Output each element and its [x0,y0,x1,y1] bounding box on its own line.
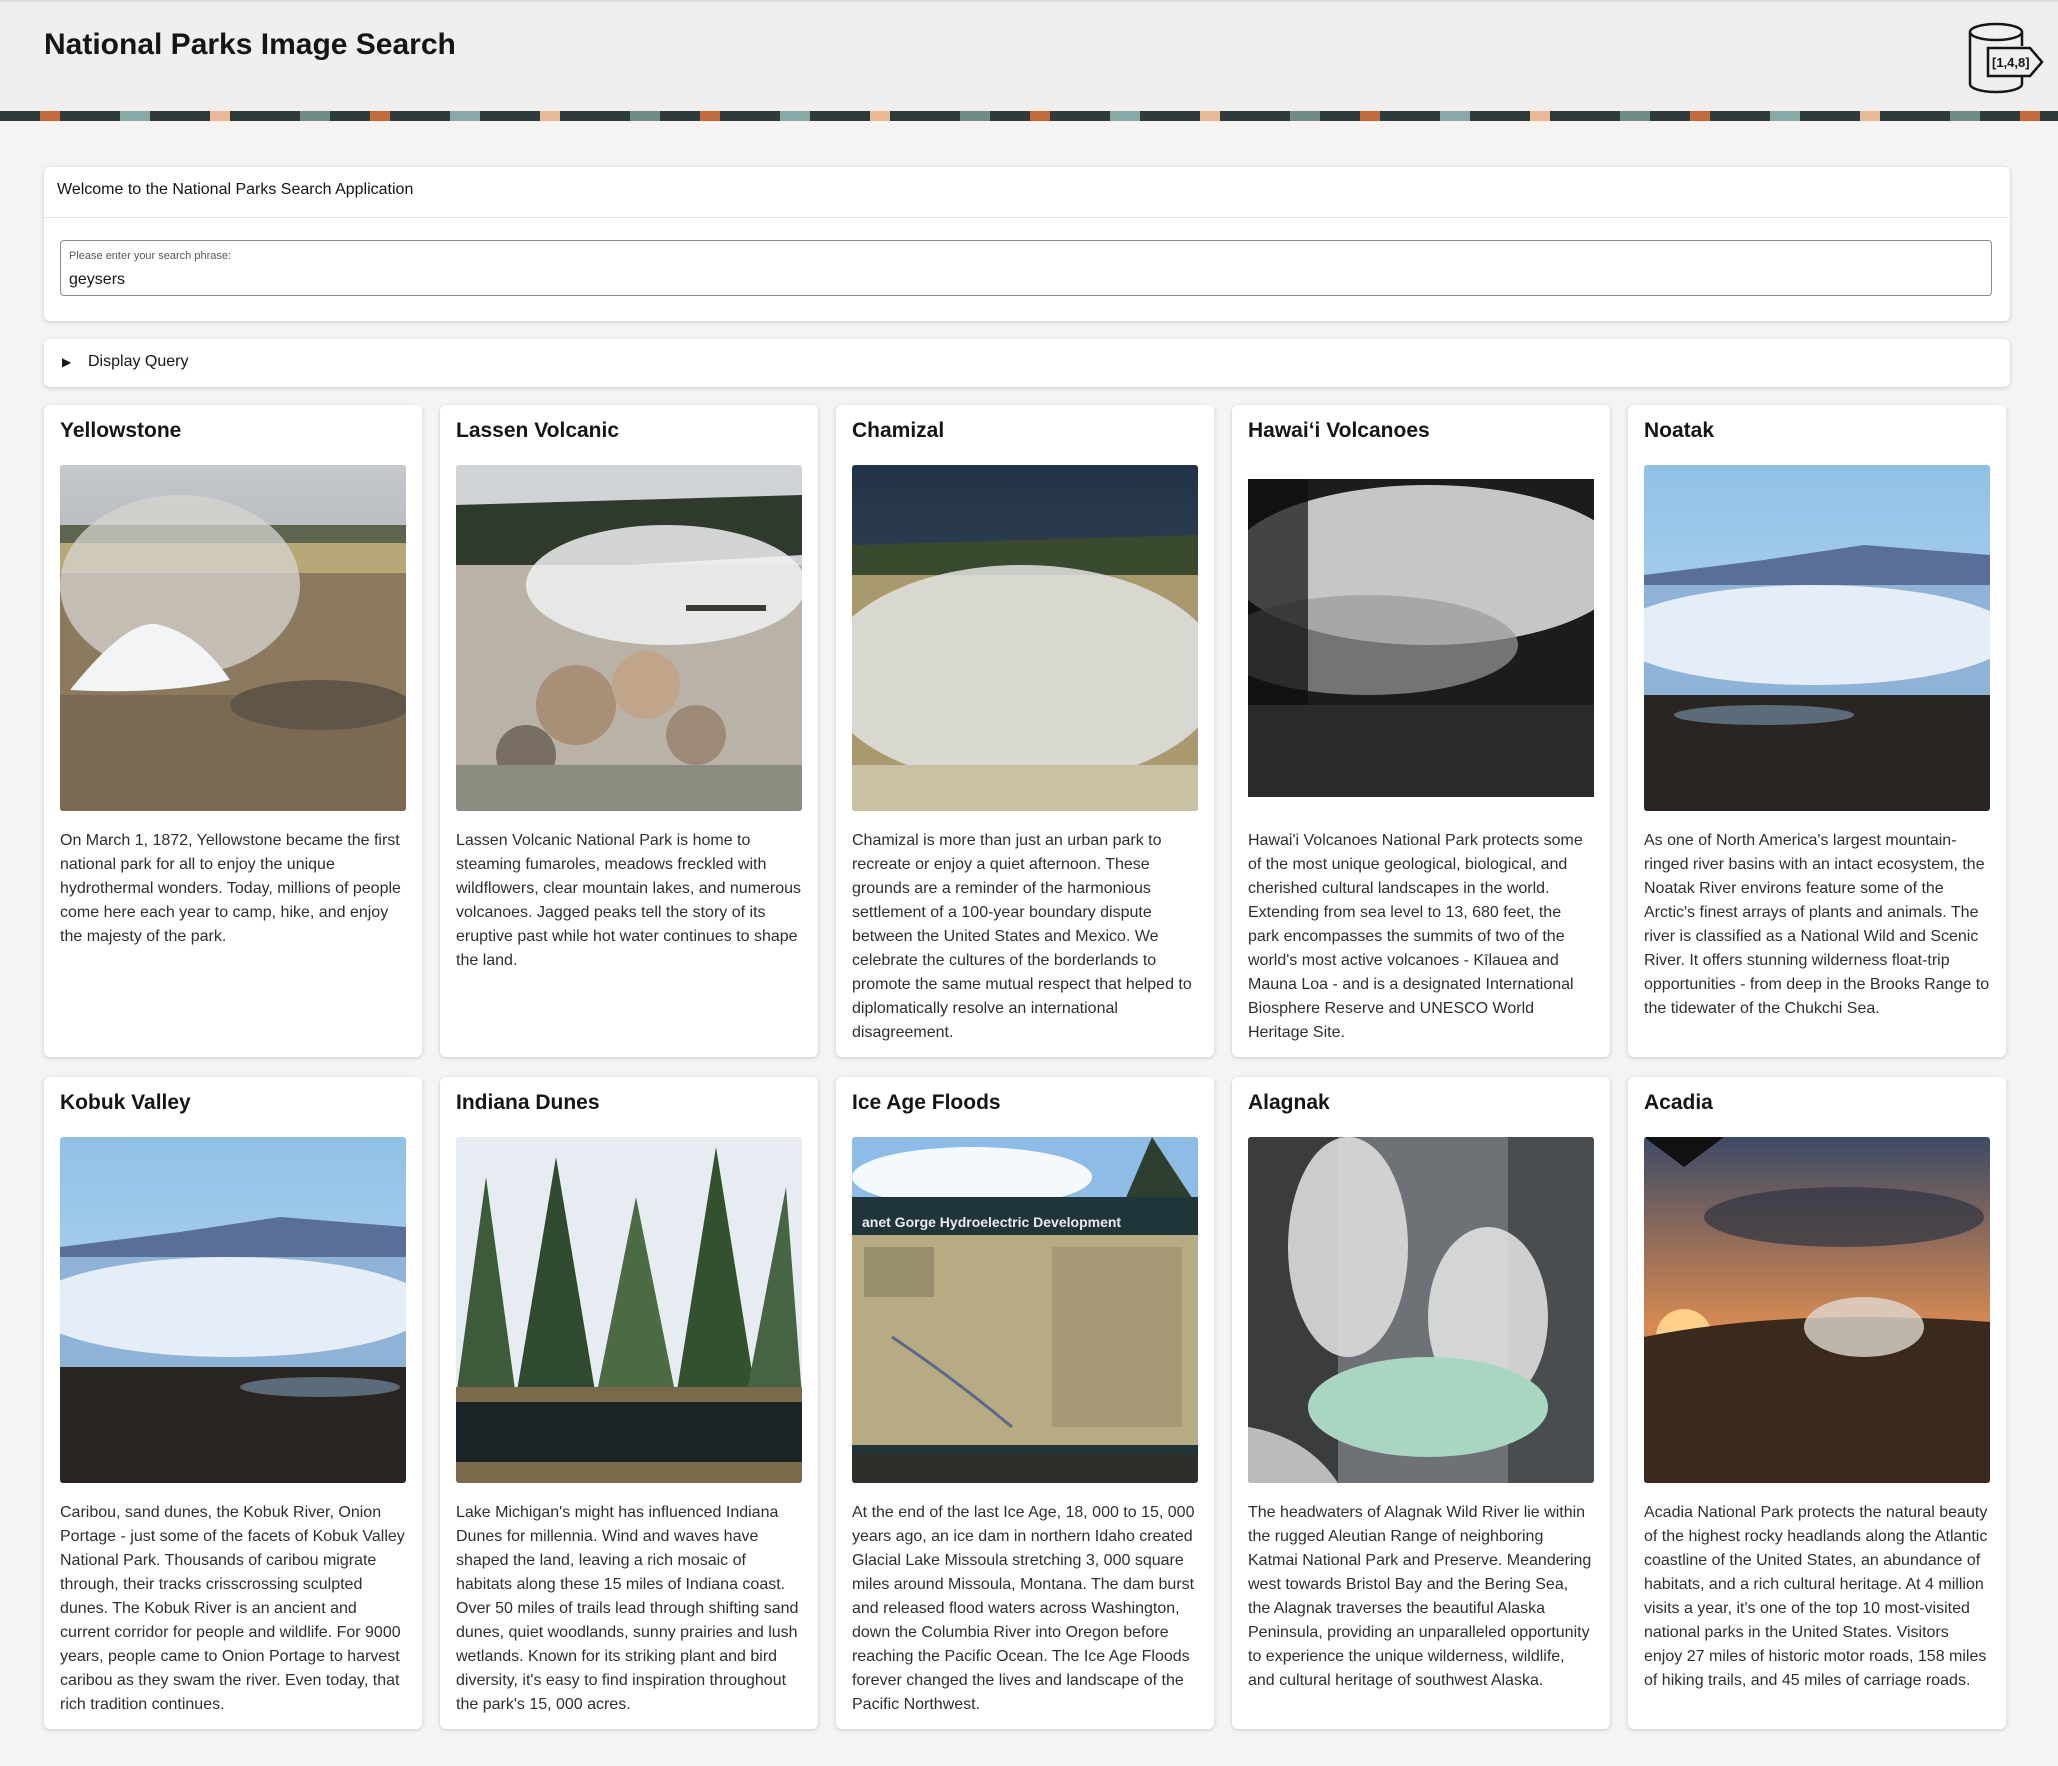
park-card-lassen-volcanic[interactable]: Lassen Volcanic Lassen Volcanic National… [440,405,818,1057]
card-description: Lake Michigan's might has influenced Ind… [456,1504,799,1713]
caret-right-icon: ▶ [62,355,72,369]
card-title: Hawai‘i Volcanoes [1248,419,1430,442]
divider [44,217,2010,218]
sign-heading: anet Gorge Hydroelectric Development [862,1214,1121,1230]
search-label: Please enter your search phrase: [69,250,232,262]
card-title: Indiana Dunes [456,1091,600,1114]
card-description: Hawai'i Volcanoes National Park protects… [1248,832,1583,1041]
card-description: On March 1, 1872, Yellowstone became the… [60,832,401,945]
app-header: National Parks Image Search [1,4,8] [0,0,2058,111]
vector-database-icon[interactable]: [1,4,8] [1966,20,2046,98]
app-title: National Parks Image Search [44,28,456,61]
park-image [852,465,1198,811]
card-title: Yellowstone [60,419,182,442]
card-title: Alagnak [1248,1091,1330,1114]
search-field[interactable]: Please enter your search phrase: [60,240,1992,296]
card-title: Chamizal [852,419,945,442]
park-card-alagnak[interactable]: Alagnak The headwaters of Alagnak Wild R… [1232,1077,1610,1729]
park-image: anet Gorge Hydroelectric Development [852,1137,1198,1483]
park-card-hawaii-volcanoes[interactable]: Hawai‘i Volcanoes Hawai'i Volcanoes Nati… [1232,405,1610,1057]
park-image [1644,465,1990,811]
welcome-panel: Welcome to the National Parks Search App… [44,167,2010,321]
park-card-chamizal[interactable]: Chamizal Chamizal is more than just an u… [836,405,1214,1057]
park-image [60,1137,406,1483]
card-title: Acadia [1644,1091,1713,1114]
park-card-acadia[interactable]: Acadia Acadia National Park protects the… [1628,1077,2006,1729]
park-card-indiana-dunes[interactable]: Indiana Dunes Lake Michigan's might has … [440,1077,818,1729]
park-card-noatak[interactable]: Noatak As one of North America's largest… [1628,405,2006,1057]
park-card-yellowstone[interactable]: Yellowstone On March 1, 1872, Yellowston… [44,405,422,1057]
card-title: Noatak [1644,419,1715,442]
park-image [1248,1137,1594,1483]
welcome-title: Welcome to the National Parks Search App… [57,181,414,198]
card-title: Kobuk Valley [60,1091,191,1114]
card-description: Acadia National Park protects the natura… [1644,1504,1988,1689]
display-query-label: Display Query [88,353,189,370]
park-card-ice-age-floods[interactable]: Ice Age Floods anet Gorge Hydroelectric … [836,1077,1214,1729]
park-image [1644,1137,1990,1483]
park-image [456,465,802,811]
card-description: Chamizal is more than just an urban park… [852,832,1192,1041]
logo-label: [1,4,8] [1992,55,2030,70]
card-description: The headwaters of Alagnak Wild River lie… [1248,1504,1592,1689]
card-description: At the end of the last Ice Age, 18, 000 … [852,1504,1195,1713]
decorative-banner [0,111,2058,121]
park-image [1248,465,1594,811]
card-description: Caribou, sand dunes, the Kobuk River, On… [60,1504,405,1713]
card-title: Lassen Volcanic [456,419,620,442]
card-description: Lassen Volcanic National Park is home to… [456,832,802,969]
park-image [60,465,406,811]
card-description: As one of North America's largest mounta… [1644,832,1990,1017]
park-image [456,1137,802,1483]
card-title: Ice Age Floods [852,1091,1001,1114]
search-input[interactable] [69,269,1969,291]
park-card-kobuk-valley[interactable]: Kobuk Valley Caribou, sand dunes, the Ko… [44,1077,422,1729]
display-query-toggle[interactable]: ▶ Display Query [44,339,2010,387]
